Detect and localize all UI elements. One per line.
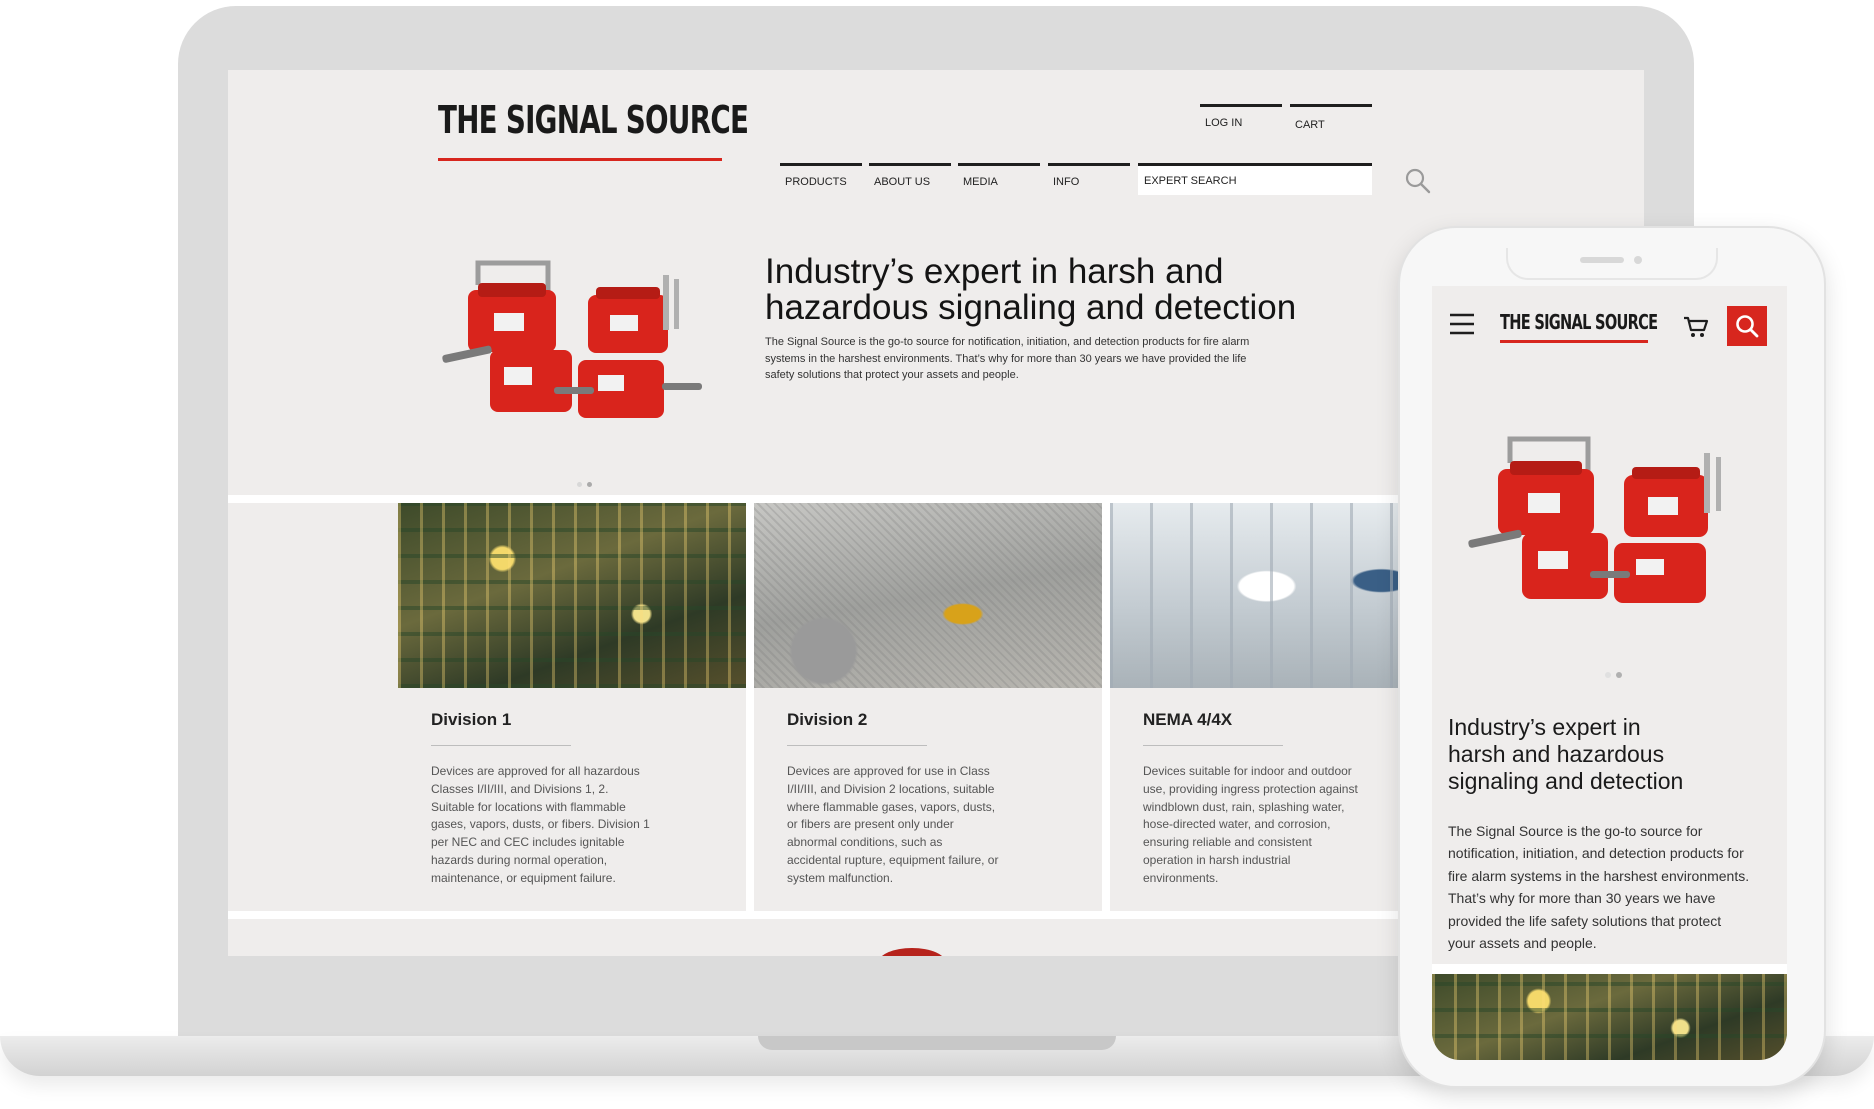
- hero-product-image: [438, 255, 718, 430]
- card-line: Suitable for locations with flammable: [431, 799, 626, 814]
- card-line: Devices are approved for all hazardous: [431, 764, 640, 778]
- mobile-screen: THE SIGNAL SOURCE Industry’s expert in h…: [1432, 286, 1787, 1060]
- card-description: Devices are approved for all hazardous C…: [431, 763, 691, 888]
- card-rule: [431, 745, 571, 746]
- card-line: hazards during normal operation,: [431, 852, 608, 867]
- card-line: gases, vapors, dusts, or fibers. Divisio…: [431, 817, 650, 832]
- phone-speaker: [1580, 257, 1624, 263]
- next-section-graphic: [878, 948, 946, 956]
- hero-title-line: hazardous signaling and detection: [765, 288, 1297, 327]
- carousel-dot-2[interactable]: [1616, 672, 1622, 678]
- hero-title-line: harsh and hazardous: [1448, 741, 1665, 767]
- card-gutter: [1102, 503, 1110, 911]
- card-gutter: [746, 503, 754, 911]
- card-line: I/II/III, and Division 2 locations, suit…: [787, 781, 995, 796]
- site-logo[interactable]: THE SIGNAL SOURCE: [438, 98, 749, 161]
- nav-media[interactable]: MEDIA: [958, 163, 1040, 197]
- hero-body-line: provided the life safety solutions that …: [1448, 912, 1722, 929]
- mobile-hero-product-image: [1464, 431, 1754, 611]
- carousel-dot-1[interactable]: [1605, 672, 1611, 678]
- carousel-dot-2[interactable]: [587, 482, 592, 487]
- hero-body-line: your assets and people.: [1448, 935, 1597, 952]
- card-line: Classes I/II/III, and Divisions 1, 2.: [431, 781, 609, 796]
- card-division-1[interactable]: Division 1 Devices are approved for all …: [398, 503, 746, 911]
- login-link[interactable]: LOG IN: [1200, 104, 1282, 134]
- expert-search-input[interactable]: EXPERT SEARCH: [1138, 163, 1372, 195]
- card-title: NEMA 4/4X: [1143, 710, 1233, 729]
- hero-body-line: fire alarm systems in the harshest envir…: [1448, 867, 1750, 884]
- mobile-search-button[interactable]: [1727, 306, 1767, 346]
- hero-body-line: The Signal Source is the go-to source fo…: [1448, 823, 1703, 839]
- mobile-refinery-photo[interactable]: [1432, 974, 1787, 1060]
- card-line: or fibers are present only under: [787, 817, 954, 832]
- card-line: abnormal conditions, such as: [787, 835, 943, 850]
- hero-title: Industry’s expert in harsh and hazardous…: [765, 254, 1385, 326]
- nav-products[interactable]: PRODUCTS: [780, 163, 862, 197]
- mobile-hero-title: Industry’s expert in harsh and hazardous…: [1448, 714, 1768, 795]
- search-icon: [1736, 315, 1759, 338]
- cart-icon[interactable]: [1682, 314, 1710, 340]
- logo-underline: [1500, 340, 1648, 343]
- hero-body-line: The Signal Source is the go-to source fo…: [765, 336, 1250, 348]
- hero-title-line: signaling and detection: [1448, 768, 1684, 794]
- laptop-hinge-notch: [758, 1036, 1116, 1050]
- nav-about-us[interactable]: ABOUT US: [869, 163, 951, 197]
- nav-info[interactable]: INFO: [1048, 163, 1130, 197]
- mobile-logo[interactable]: THE SIGNAL SOURCE: [1500, 310, 1658, 344]
- quarry-photo: [754, 503, 1102, 688]
- hero-body-line: That’s why for more than 30 years we hav…: [1448, 890, 1716, 907]
- hero-title-line: Industry’s expert in harsh and: [765, 252, 1224, 291]
- card-rule: [787, 745, 927, 746]
- card-line: system malfunction.: [787, 870, 894, 885]
- card-description: Devices are approved for use in Class I/…: [787, 763, 1047, 888]
- logo-text: THE SIGNAL SOURCE: [1500, 310, 1658, 334]
- logo-underline: [438, 158, 722, 161]
- logo-text: THE SIGNAL SOURCE: [438, 98, 749, 142]
- card-line: where flammable gases, vapors, dusts,: [787, 799, 996, 814]
- mobile-hero-description: The Signal Source is the go-to source fo…: [1448, 820, 1778, 954]
- card-line: accidental rupture, equipment failure, o…: [787, 852, 999, 867]
- card-line: maintenance, or equipment failure.: [431, 870, 616, 885]
- hero-description: The Signal Source is the go-to source fo…: [765, 334, 1325, 384]
- card-division-2[interactable]: Division 2 Devices are approved for use …: [754, 503, 1102, 911]
- card-title: Division 2: [787, 710, 868, 729]
- carousel-dot-1[interactable]: [577, 482, 582, 487]
- card-rule: [1143, 745, 1283, 746]
- search-icon[interactable]: [1404, 167, 1432, 195]
- hamburger-icon[interactable]: [1448, 312, 1476, 336]
- phone-camera: [1634, 256, 1642, 264]
- card-line: Devices are approved for use in Class: [787, 764, 990, 778]
- card-line: per NEC and CEC includes ignitable: [431, 835, 625, 850]
- card-title: Division 1: [431, 710, 512, 729]
- refinery-photo: [398, 503, 746, 688]
- section-divider: [1432, 964, 1787, 974]
- hero-body-line: notification, initiation, and detection …: [1448, 845, 1744, 862]
- hero-title-line: Industry’s expert in: [1448, 714, 1641, 740]
- hero-body-line: systems in the harshest environments. Th…: [765, 352, 1247, 365]
- phone-notch: [1506, 248, 1718, 280]
- cart-link[interactable]: CART: [1290, 104, 1372, 134]
- hero-body-line: safety solutions that protect your asset…: [765, 369, 1019, 381]
